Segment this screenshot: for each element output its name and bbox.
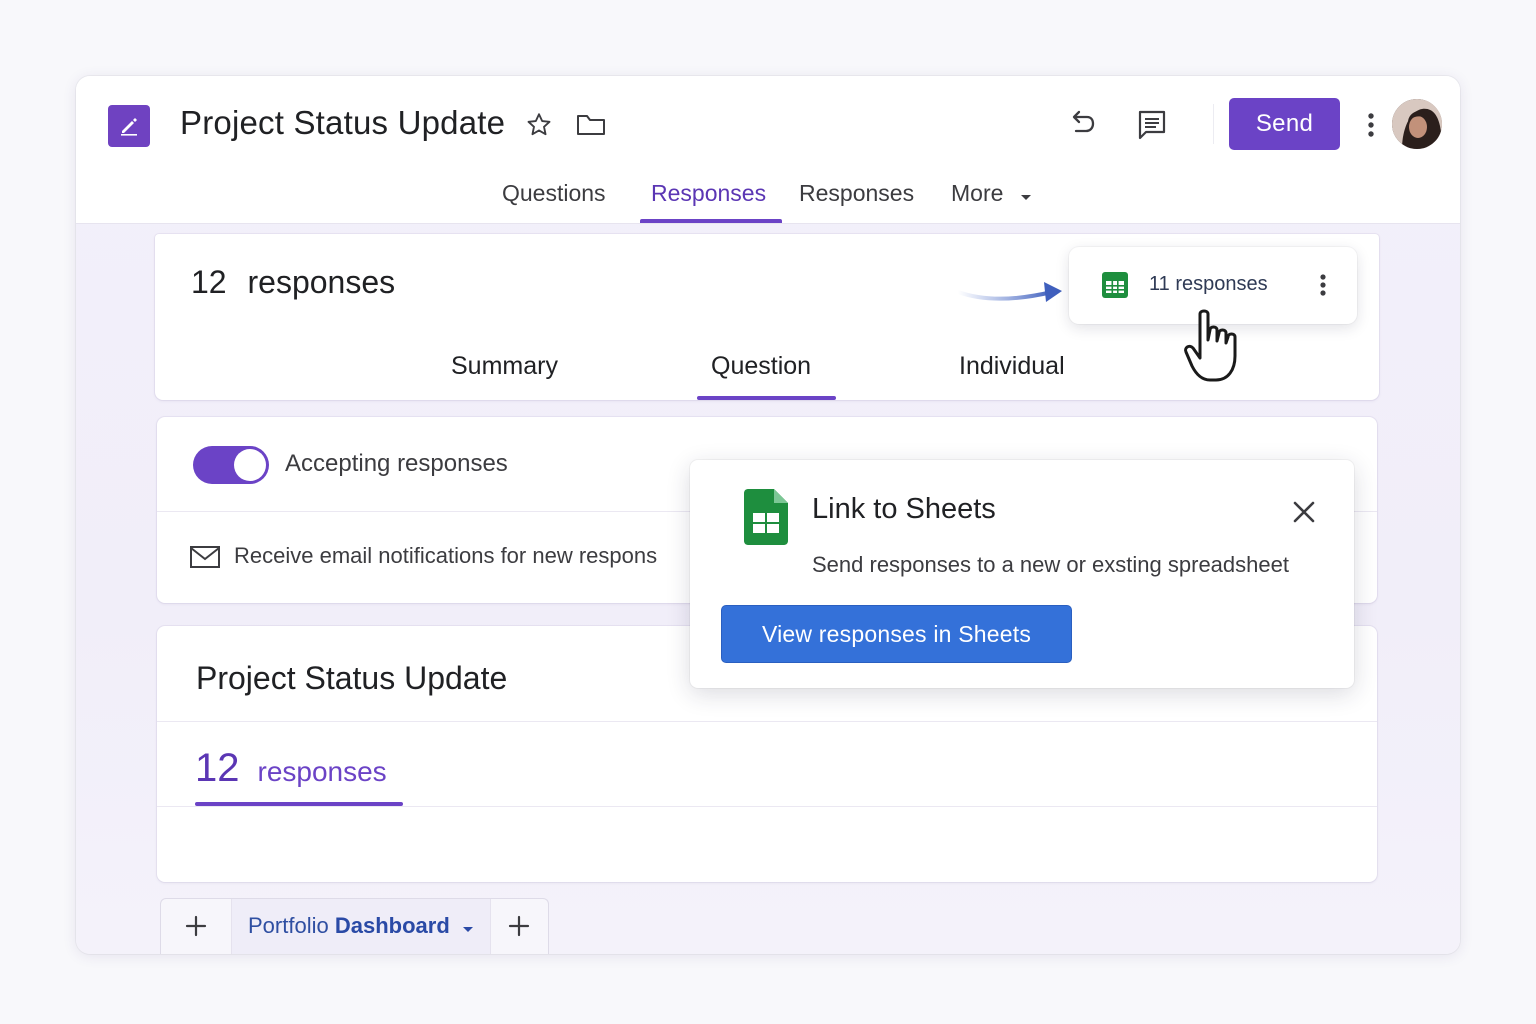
app-window: Project Status Update Send Questions Res… [76,76,1460,954]
hand-pointer-icon [1182,308,1252,384]
subtab-individual[interactable]: Individual [959,352,1065,381]
top-bar: Project Status Update Send Questions Res… [76,76,1460,224]
toolbar-divider [1213,104,1214,144]
caret-down-icon [1020,181,1032,208]
link-to-sheets-popup: Link to Sheets Send responses to a new o… [690,460,1354,688]
active-tab-indicator [640,219,782,223]
subtab-indicator [697,396,836,400]
accepting-responses-toggle[interactable] [193,446,269,484]
tab-more[interactable]: More [951,180,1032,208]
tab-responses-active[interactable]: Responses [651,180,766,207]
close-icon[interactable] [1292,500,1316,524]
sheet-tabs-bar: Portfolio Dashboard [160,898,549,954]
accepting-responses-label: Accepting responses [285,450,508,477]
more-vert-icon[interactable] [1360,109,1382,141]
sheet-tab-caret-icon [462,914,474,940]
add-sheet-left-icon[interactable] [185,915,207,937]
response-count-word: responses [247,264,396,300]
folder-icon[interactable] [574,109,608,141]
add-sheet-right-icon[interactable] [508,915,530,937]
subtab-summary[interactable]: Summary [451,352,558,381]
undo-icon[interactable] [1064,106,1100,142]
mail-icon [189,545,221,569]
comment-icon[interactable] [1134,106,1170,142]
sheet-tab-label: Portfolio Dashboard [248,913,474,940]
view-responses-in-sheets-button[interactable]: View responses in Sheets [722,606,1071,662]
star-icon[interactable] [523,109,555,141]
toggle-knob [234,449,266,481]
popup-title: Link to Sheets [812,493,996,525]
summary-count-word: responses [257,756,387,787]
sheet-tab-name: Dashboard [334,913,450,938]
tab-more-label: More [951,180,1004,206]
sheet-tab-portfolio-dashboard[interactable]: Portfolio Dashboard [231,899,491,954]
main-tabs: Questions Responses Responses More [76,176,1460,224]
sheets-chip-label: 11 responses [1149,273,1268,295]
sheet-tab-prefix: Portfolio [248,913,329,938]
curved-arrow-icon [956,276,1066,312]
tab-responses[interactable]: Responses [799,180,914,207]
summary-divider-top [157,721,1377,722]
response-count: 12 responses [191,264,395,301]
subtab-question[interactable]: Question [711,352,811,381]
summary-response-count: 12 responses [195,746,387,791]
sheets-file-icon [744,489,788,545]
email-notifications-label[interactable]: Receive email notifications for new resp… [234,543,657,569]
summary-count-number: 12 [195,746,240,790]
response-count-number: 12 [191,264,227,300]
chip-more-vert-icon[interactable] [1319,273,1329,299]
popup-description: Send responses to a new or exsting sprea… [812,552,1289,577]
avatar[interactable] [1392,99,1442,149]
tab-questions[interactable]: Questions [502,180,606,207]
summary-divider-bottom [157,806,1377,807]
pencil-edit-icon[interactable] [108,105,150,147]
sheets-icon [1101,271,1129,299]
send-button[interactable]: Send [1229,98,1340,150]
form-title[interactable]: Project Status Update [180,104,505,142]
form-summary-title: Project Status Update [196,660,508,696]
